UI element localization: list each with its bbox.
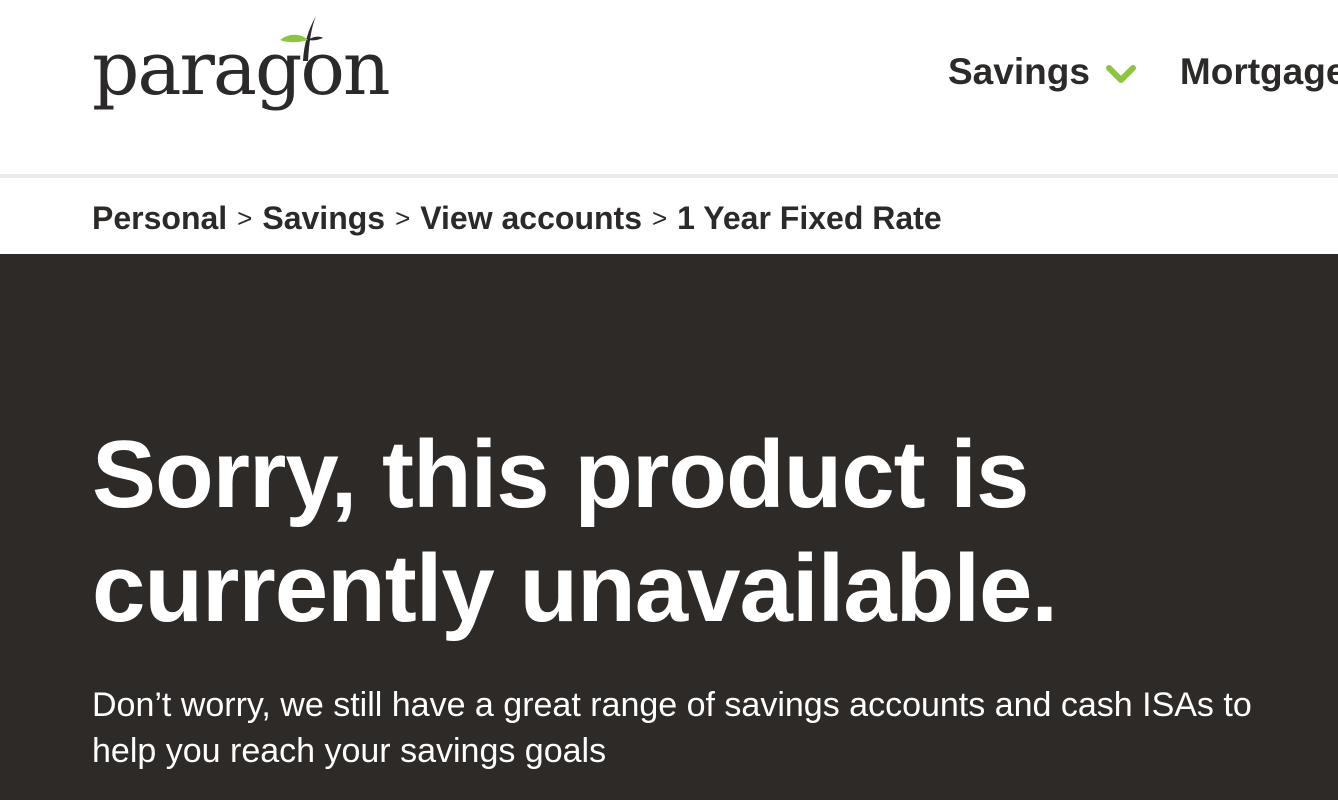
nav-item-label: Savings [948, 51, 1090, 92]
paragon-leaf-icon [280, 16, 323, 61]
chevron-down-icon [1105, 65, 1136, 83]
paragon-logo[interactable]: paragon [92, 14, 402, 132]
breadcrumb-link-savings[interactable]: Savings [262, 200, 385, 237]
breadcrumb-separator: > [395, 202, 411, 233]
site-header: paragon Savings Mortgage [0, 0, 1338, 178]
breadcrumb: Personal > Savings > View accounts > 1 Y… [92, 196, 942, 240]
breadcrumb-link-personal[interactable]: Personal [92, 200, 227, 237]
main-nav: Savings Mortgage [948, 48, 1338, 96]
logo-wordmark: paragon [92, 26, 391, 112]
breadcrumb-separator: > [651, 202, 668, 233]
breadcrumb-link-view-accounts[interactable]: View accounts [420, 200, 642, 237]
page-title: Sorry, this product is currently unavail… [92, 421, 1058, 642]
nav-item-mortgage[interactable]: Mortgage [1180, 51, 1338, 93]
breadcrumb-current: 1 Year Fixed Rate [677, 199, 942, 236]
breadcrumb-separator: > [237, 202, 253, 233]
nav-item-label: Mortgage [1179, 51, 1338, 92]
hero-description: Don’t worry, we still have a great range… [92, 686, 1252, 770]
unavailable-hero: Sorry, this product is currently unavail… [0, 254, 1338, 800]
nav-item-savings[interactable]: Savings [948, 51, 1136, 93]
